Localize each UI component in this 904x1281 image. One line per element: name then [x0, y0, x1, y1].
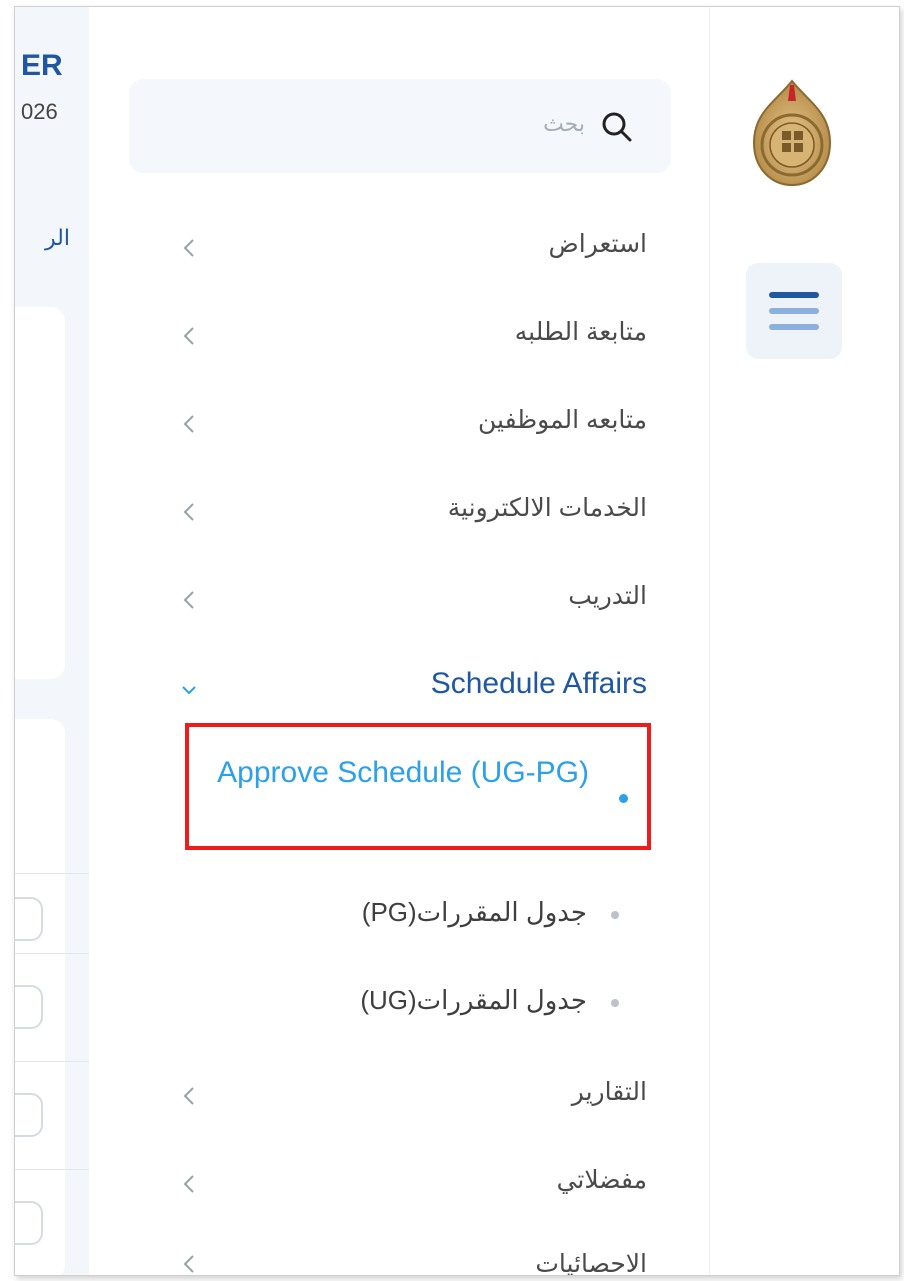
sidebar-item-label: متابعه الموظفين: [478, 406, 647, 434]
row-input[interactable]: [15, 985, 43, 1029]
sidebar-panel: بحث استعراض متابعة الطلبه متابعه الموظفي…: [89, 7, 709, 1275]
chevron-left-icon: [183, 503, 194, 521]
row-input[interactable]: [15, 1093, 43, 1137]
sidebar-item-student-followup[interactable]: متابعة الطلبه: [179, 305, 647, 365]
page-year-fragment: 026: [21, 99, 58, 124]
sidebar-item-label: التقارير: [571, 1078, 647, 1106]
chevron-left-icon: [183, 1087, 194, 1105]
hamburger-menu-button[interactable]: [746, 263, 842, 359]
page-title-fragment: ER: [21, 49, 63, 82]
row-input[interactable]: [15, 1201, 43, 1245]
sidebar-item-e-services[interactable]: الخدمات الالكترونية: [179, 481, 647, 541]
sidebar-item-label: استعراض: [548, 230, 647, 258]
sidebar-item-label: الخدمات الالكترونية: [447, 494, 647, 522]
app-window: ER 026 الر بحث استعراض متابعة الطلبه متا…: [14, 6, 900, 1276]
sidebar-item-reports[interactable]: التقارير: [179, 1065, 647, 1125]
sidebar-item-label: الاحصائيات: [535, 1250, 647, 1275]
search-input[interactable]: بحث: [129, 79, 671, 173]
search-placeholder: بحث: [543, 111, 585, 136]
row-input[interactable]: [15, 897, 43, 941]
sidebar-item-training[interactable]: التدريب: [179, 569, 647, 629]
chevron-down-icon: [182, 686, 196, 695]
right-rail: [709, 7, 899, 1275]
sidebar-subitem-course-schedule-pg[interactable]: جدول المقررات(PG): [209, 891, 619, 939]
sidebar-item-label: متابعة الطلبه: [514, 318, 647, 346]
chevron-left-icon: [183, 239, 194, 257]
chevron-left-icon: [183, 1175, 194, 1193]
active-bullet-icon: [619, 794, 628, 803]
sidebar-item-staff-followup[interactable]: متابعه الموظفين: [179, 393, 647, 453]
university-logo[interactable]: [744, 73, 840, 189]
sidebar-group-schedule-affairs[interactable]: Schedule Affairs: [179, 657, 647, 717]
sidebar-subitem-approve-schedule[interactable]: Approve Schedule (UG-PG): [189, 747, 589, 799]
sidebar-subitem-label: جدول المقررات(PG): [361, 897, 587, 927]
sidebar-item-statistics[interactable]: الاحصائيات: [179, 1247, 647, 1275]
sidebar-subitem-course-schedule-ug[interactable]: جدول المقررات(UG): [209, 979, 619, 1027]
content-card: [15, 307, 65, 679]
main-content-background: ER 026 الر: [15, 7, 90, 1275]
table-row-divider: [15, 953, 89, 954]
sidebar-item-label: التدريب: [568, 582, 647, 610]
search-icon[interactable]: [599, 109, 635, 145]
table-row-divider: [15, 873, 89, 874]
chevron-left-icon: [183, 1255, 194, 1273]
hamburger-menu-icon: [769, 292, 819, 330]
chevron-left-icon: [183, 415, 194, 433]
chevron-left-icon: [183, 327, 194, 345]
sidebar-group-label: Schedule Affairs: [430, 667, 647, 700]
chevron-left-icon: [183, 591, 194, 609]
sidebar-item-favorites[interactable]: مفضلاتي: [179, 1153, 647, 1213]
table-row-divider: [15, 1061, 89, 1062]
sidebar-subitem-label: جدول المقررات(UG): [360, 985, 587, 1015]
sidebar-item-overview[interactable]: استعراض: [179, 217, 647, 277]
tab-fragment[interactable]: الر: [45, 225, 70, 251]
table-row-divider: [15, 1169, 89, 1170]
bullet-icon: [611, 911, 619, 919]
bullet-icon: [611, 999, 619, 1007]
sidebar-item-label: مفضلاتي: [556, 1166, 647, 1194]
